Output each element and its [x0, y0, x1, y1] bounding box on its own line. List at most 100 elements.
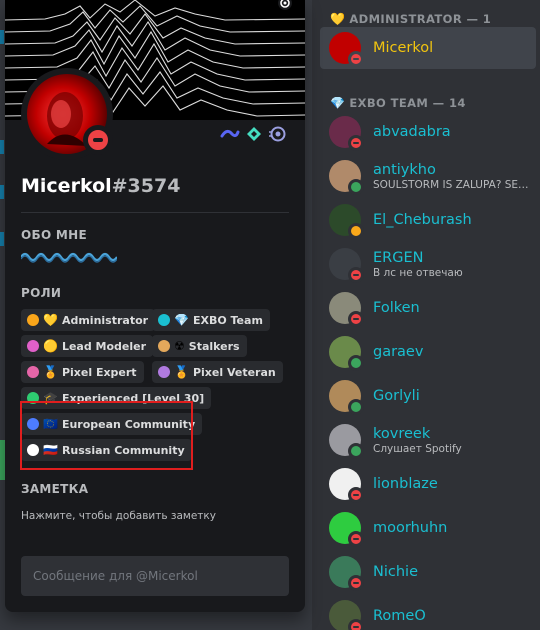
member-item[interactable]: kovreek Слушает Spotify	[320, 419, 536, 461]
do-not-disturb-status-icon	[348, 51, 364, 67]
avatar[interactable]	[329, 116, 364, 151]
highlight-box	[20, 401, 193, 470]
member-name: El_Cheburash	[373, 212, 472, 228]
member-item[interactable]: Folken	[320, 287, 536, 329]
role-icon: 💛	[43, 313, 58, 327]
role-color-dot[interactable]	[27, 340, 39, 352]
do-not-disturb-status-icon	[348, 531, 364, 547]
avatar[interactable]	[329, 204, 364, 239]
message-input[interactable]	[31, 568, 279, 584]
online-status-icon	[348, 399, 364, 415]
avatar[interactable]	[329, 32, 364, 67]
role-icon: 🏅	[43, 365, 58, 379]
role-label: Administrator	[61, 313, 149, 327]
member-item[interactable]: RomeO	[320, 595, 536, 630]
member-name: ERGEN	[373, 249, 424, 266]
member-name: Gorlyli	[373, 388, 420, 404]
role-color-dot[interactable]	[27, 314, 39, 326]
avatar[interactable]	[329, 248, 364, 283]
do-not-disturb-status-icon	[83, 125, 113, 155]
do-not-disturb-status-icon	[348, 487, 364, 503]
avatar[interactable]	[329, 556, 364, 591]
avatar[interactable]	[329, 512, 364, 547]
member-list[interactable]: 💛 ADMINISTRATOR — 1 Micerkol 💎 EXBO TEAM…	[312, 0, 540, 630]
member-name: lionblaze	[373, 476, 438, 492]
member-item[interactable]: moorhuhn	[320, 507, 536, 549]
member-status-text: Слушает Spotify	[373, 442, 462, 455]
do-not-disturb-status-icon	[348, 135, 364, 151]
role-icon: 💎	[174, 313, 189, 327]
user-profile-popout: Micerkol#3574 ОБО МНЕ РОЛИ 💛 Administrato…	[5, 0, 305, 612]
nitro-boost-icon[interactable]	[268, 126, 286, 142]
member-item[interactable]: Gorlyli	[320, 375, 536, 417]
member-item[interactable]: ERGEN В лс не отвечаю	[320, 243, 536, 285]
member-name: abvadabra	[373, 124, 451, 140]
member-name: antiykho	[373, 161, 436, 178]
member-item[interactable]: El_Cheburash	[320, 199, 536, 241]
avatar[interactable]	[329, 380, 364, 415]
member-item[interactable]: antiykho SOULSTORM IS ZALUPA? SEC...	[320, 155, 536, 197]
member-name: Micerkol	[373, 40, 434, 56]
note-header: ЗАМЕТКА	[21, 482, 89, 496]
role-label: Stalkers	[188, 339, 240, 353]
do-not-disturb-status-icon	[348, 619, 364, 630]
member-group-header-administrator: 💛 ADMINISTRATOR — 1	[330, 12, 492, 26]
chat-link-fragment	[0, 30, 4, 44]
member-name: kovreek	[373, 425, 431, 442]
do-not-disturb-status-icon	[348, 311, 364, 327]
chat-link-fragment	[0, 232, 4, 246]
member-item[interactable]: garaev	[320, 331, 536, 373]
member-name: Folken	[373, 300, 420, 316]
gear-icon[interactable]	[275, 0, 295, 12]
member-name: RomeO	[373, 608, 426, 624]
role-color-dot[interactable]	[158, 366, 170, 378]
roles-header: РОЛИ	[21, 286, 62, 300]
role-pill[interactable]: 🏅 Pixel Veteran	[152, 361, 283, 383]
online-status-icon	[348, 179, 364, 195]
online-status-icon	[348, 355, 364, 371]
message-box[interactable]	[21, 556, 289, 596]
avatar[interactable]	[329, 600, 364, 630]
member-item[interactable]: Nichie	[320, 551, 536, 593]
role-color-dot[interactable]	[27, 366, 39, 378]
do-not-disturb-status-icon	[348, 267, 364, 283]
role-label: Pixel Expert	[61, 365, 137, 379]
avatar[interactable]	[329, 292, 364, 327]
avatar[interactable]	[329, 160, 364, 195]
role-color-dot[interactable]	[158, 314, 170, 326]
role-label: Pixel Veteran	[192, 365, 276, 379]
role-label: Lead Modeler	[61, 339, 147, 353]
about-me-decoration	[21, 252, 117, 263]
role-pill[interactable]: 💛 Administrator	[21, 309, 156, 331]
idle-status-icon	[348, 223, 364, 239]
member-item[interactable]: abvadabra	[320, 111, 536, 153]
early-supporter-diamond-icon[interactable]	[246, 126, 262, 142]
avatar[interactable]	[329, 336, 364, 371]
chat-link-fragment	[0, 185, 4, 199]
avatar[interactable]	[329, 468, 364, 503]
member-status-text: SOULSTORM IS ZALUPA? SEC...	[373, 178, 533, 191]
divider	[21, 212, 289, 213]
role-color-dot[interactable]	[158, 340, 170, 352]
profile-badges	[220, 126, 286, 142]
member-name: garaev	[373, 344, 424, 360]
member-item[interactable]: Micerkol	[320, 27, 536, 69]
diamond-icon: 💎	[330, 96, 346, 110]
role-pill[interactable]: 🟡 Lead Modeler	[21, 335, 154, 357]
avatar[interactable]	[329, 424, 364, 459]
chat-link-fragment	[0, 140, 4, 154]
role-icon: 🏅	[174, 365, 189, 379]
role-pill[interactable]: 🏅 Pixel Expert	[21, 361, 144, 383]
role-pill[interactable]: ☢ Stalkers	[152, 335, 247, 357]
hypesquad-balance-icon[interactable]	[220, 126, 240, 142]
online-status-icon	[348, 443, 364, 459]
role-pill[interactable]: 💎 EXBO Team	[152, 309, 270, 331]
member-item[interactable]: lionblaze	[320, 463, 536, 505]
note-field[interactable]: Нажмите, чтобы добавить заметку	[21, 510, 216, 522]
about-me-header: ОБО МНЕ	[21, 228, 88, 242]
heart-icon: 💛	[330, 12, 346, 26]
role-icon: ☢	[174, 339, 185, 353]
role-icon: 🟡	[43, 339, 58, 353]
role-label: EXBO Team	[192, 313, 263, 327]
profile-username: Micerkol#3574	[21, 175, 181, 197]
